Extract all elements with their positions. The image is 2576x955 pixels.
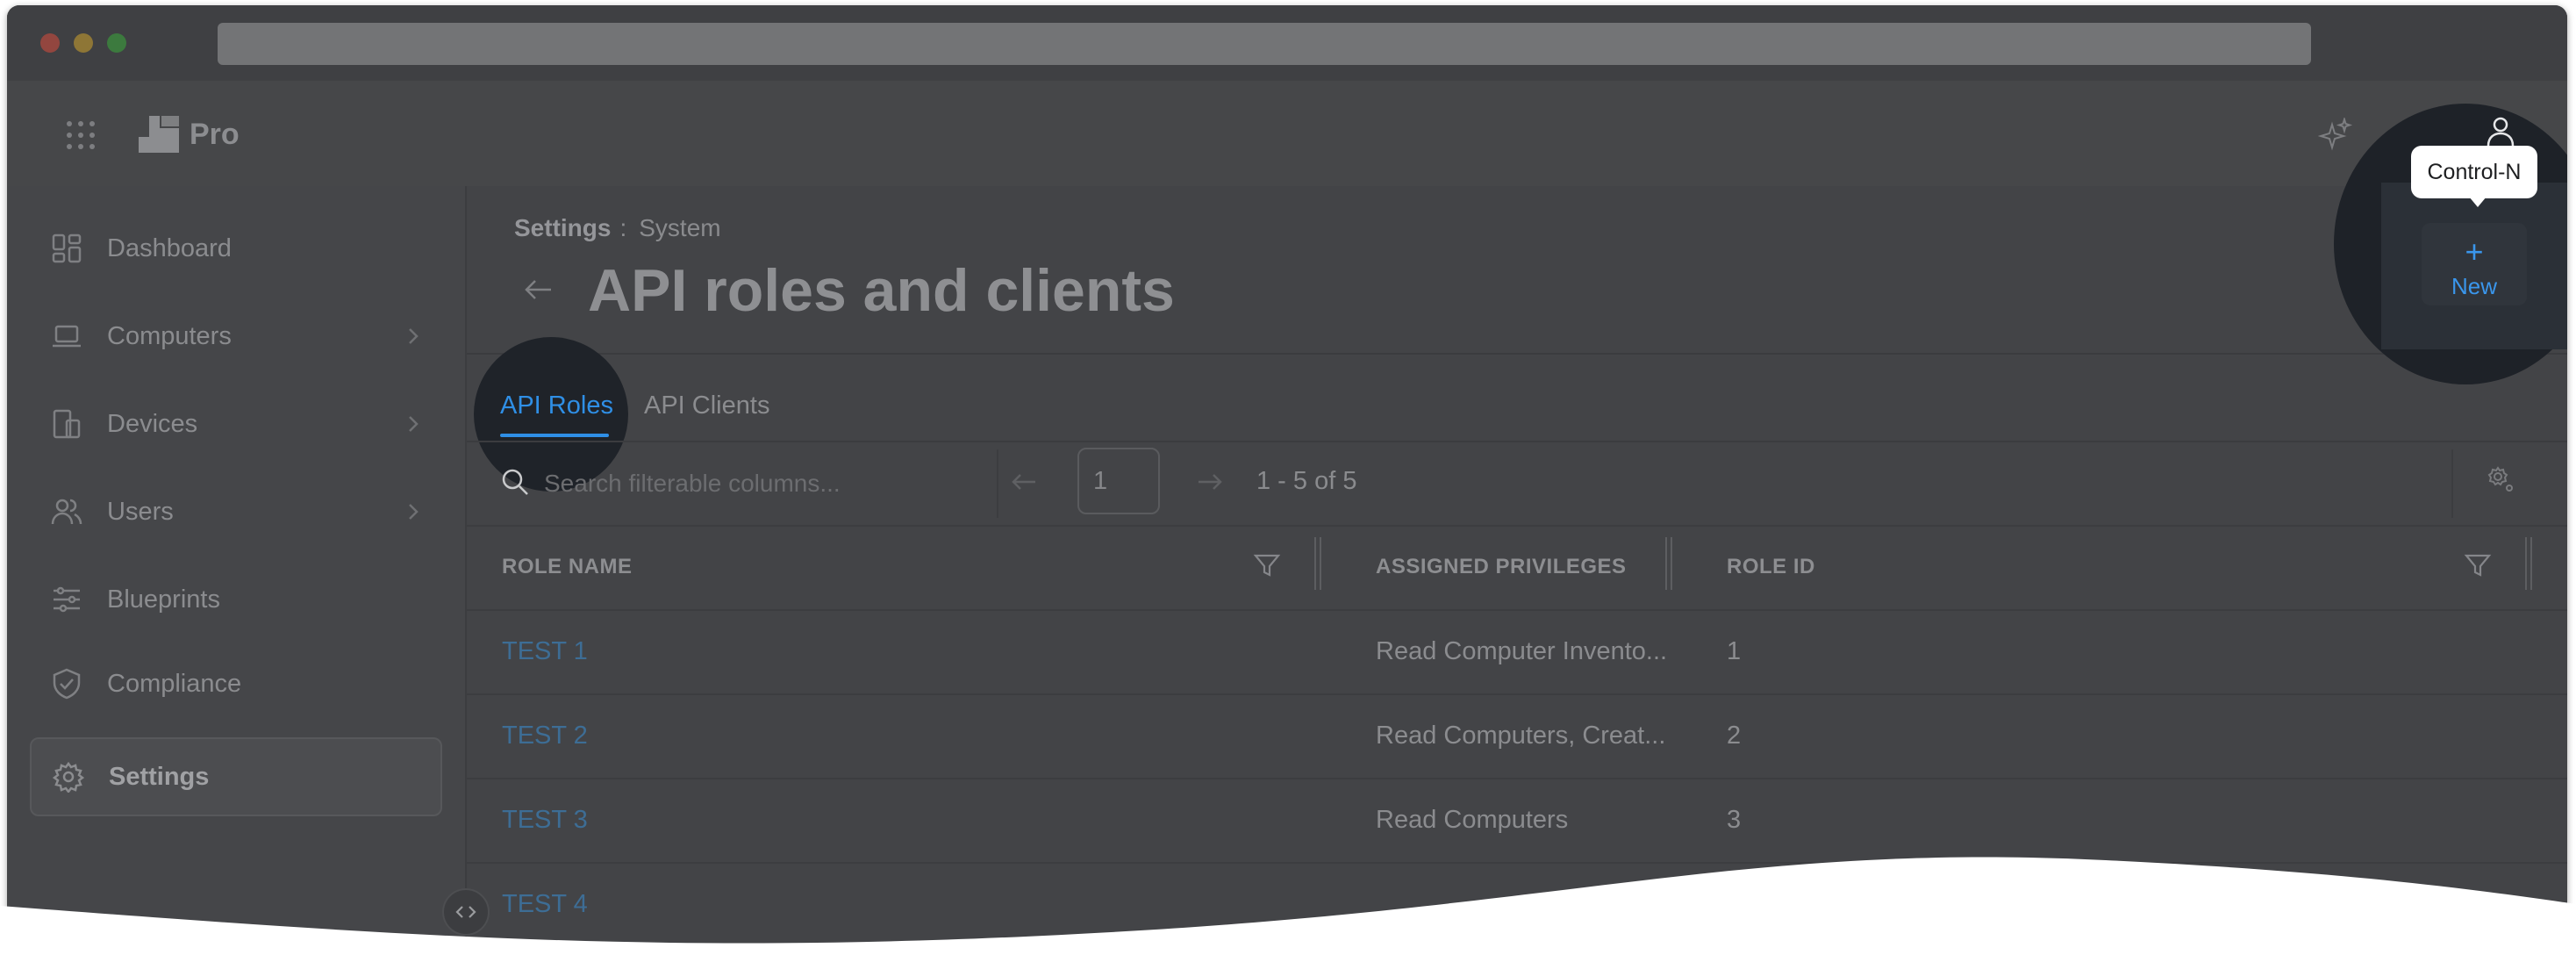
pagination-range: 1 - 5 of 5 bbox=[1256, 467, 1357, 495]
plus-icon: + bbox=[2465, 233, 2484, 269]
column-settings-icon[interactable] bbox=[2485, 463, 2518, 497]
previous-page-icon[interactable] bbox=[1009, 467, 1039, 497]
shortcut-tooltip: Control-N bbox=[2411, 146, 2537, 198]
filter-icon[interactable] bbox=[1253, 551, 1281, 579]
gear-icon bbox=[53, 761, 84, 793]
toolbar-separator bbox=[2451, 449, 2453, 518]
page-title: API roles and clients bbox=[588, 257, 1175, 324]
column-resize-handle[interactable] bbox=[1314, 537, 1323, 590]
brand-name: Pro bbox=[190, 118, 240, 151]
user-profile-icon[interactable] bbox=[2483, 114, 2518, 149]
filter-icon[interactable] bbox=[2464, 551, 2492, 579]
role-id-cell: 1 bbox=[1727, 637, 1742, 665]
chevron-right-icon bbox=[409, 504, 419, 520]
sidebar-item-label: Users bbox=[107, 497, 174, 526]
column-header-role-id[interactable]: ROLE ID bbox=[1727, 555, 1815, 579]
new-button-label: New bbox=[2451, 272, 2497, 299]
sidebar-item-label: Dashboard bbox=[107, 233, 232, 262]
app-grid-icon[interactable] bbox=[65, 119, 97, 151]
address-bar[interactable] bbox=[218, 23, 2311, 65]
sidebar-item-devices[interactable]: Devices bbox=[30, 384, 442, 463]
column-resize-handle[interactable] bbox=[2525, 537, 2534, 590]
breadcrumb-separator: : bbox=[619, 214, 627, 241]
collapse-sidebar-button[interactable] bbox=[442, 888, 490, 936]
browser-window: Pro Dashboard Computers Devices Users Bl… bbox=[7, 5, 2567, 948]
assigned-privileges-cell: Read Computers bbox=[1376, 806, 1569, 834]
column-header-assigned-privileges[interactable]: ASSIGNED PRIVILEGES bbox=[1376, 555, 1627, 579]
ai-sparkle-icon[interactable] bbox=[2318, 118, 2353, 153]
shield-check-icon bbox=[53, 668, 81, 700]
search-input[interactable] bbox=[542, 463, 897, 504]
column-resize-handle[interactable] bbox=[1665, 537, 1674, 590]
tab-api-roles[interactable]: API Roles bbox=[500, 391, 613, 420]
role-name-link[interactable]: TEST 2 bbox=[502, 722, 588, 750]
row-divider bbox=[467, 609, 2567, 611]
tab-api-clients[interactable]: API Clients bbox=[644, 391, 769, 420]
role-name-link[interactable]: TEST 4 bbox=[502, 890, 588, 919]
app-header: Pro bbox=[7, 81, 2567, 188]
sidebar-item-label: Blueprints bbox=[107, 585, 220, 614]
sidebar-item-dashboard[interactable]: Dashboard bbox=[30, 209, 442, 288]
row-divider bbox=[467, 778, 2567, 779]
sidebar-item-label: Compliance bbox=[107, 669, 242, 698]
row-divider bbox=[467, 862, 2567, 864]
minimize-window-button[interactable] bbox=[74, 33, 93, 53]
users-icon bbox=[51, 499, 82, 525]
role-name-link[interactable]: TEST 3 bbox=[502, 806, 588, 835]
sidebar-item-computers[interactable]: Computers bbox=[30, 297, 442, 376]
sidebar-item-label: Devices bbox=[107, 409, 198, 438]
sidebar-item-compliance[interactable]: Compliance bbox=[30, 644, 442, 723]
sidebar-item-label: Settings bbox=[109, 762, 210, 791]
active-tab-indicator bbox=[500, 434, 609, 437]
chevron-right-icon bbox=[409, 328, 419, 344]
breadcrumb: Settings: System bbox=[514, 214, 721, 242]
code-brackets-icon bbox=[455, 906, 476, 918]
assigned-privileges-cell: Read Computer Invento... bbox=[1376, 637, 1668, 665]
role-id-cell: 2 bbox=[1727, 722, 1742, 750]
toolbar-separator bbox=[997, 449, 998, 518]
next-page-icon[interactable] bbox=[1195, 467, 1225, 497]
breadcrumb-parent[interactable]: Settings bbox=[514, 214, 611, 241]
brand-logo-icon bbox=[139, 116, 179, 153]
search-icon bbox=[502, 469, 528, 495]
sidebar-item-label: Computers bbox=[107, 321, 232, 350]
row-divider bbox=[467, 693, 2567, 695]
sidebar-item-blueprints[interactable]: Blueprints bbox=[30, 560, 442, 639]
tooltip-arrow bbox=[2469, 197, 2487, 207]
role-id-cell: 3 bbox=[1727, 806, 1742, 834]
assigned-privileges-cell: Read Computers, Creat... bbox=[1376, 722, 1666, 750]
laptop-icon bbox=[53, 325, 81, 348]
toolbar-divider bbox=[467, 441, 2567, 442]
table-header-divider bbox=[467, 525, 2567, 527]
column-header-role-name[interactable]: ROLE NAME bbox=[502, 555, 633, 579]
maximize-window-button[interactable] bbox=[107, 33, 126, 53]
sidebar-item-users[interactable]: Users bbox=[30, 472, 442, 551]
sliders-icon bbox=[54, 586, 80, 613]
back-arrow-icon[interactable] bbox=[523, 274, 555, 305]
sidebar-item-settings[interactable]: Settings bbox=[30, 737, 442, 816]
sidebar: Dashboard Computers Devices Users Bluepr… bbox=[7, 186, 467, 948]
devices-icon bbox=[53, 409, 81, 439]
breadcrumb-current: System bbox=[639, 214, 721, 241]
title-bar bbox=[7, 5, 2567, 81]
main-content: Settings: System API roles and clients AP… bbox=[467, 186, 2567, 948]
page-number-input[interactable]: 1 bbox=[1077, 448, 1160, 514]
role-name-link[interactable]: TEST 1 bbox=[502, 637, 588, 666]
header-divider bbox=[467, 353, 2567, 355]
new-button[interactable]: + New bbox=[2422, 223, 2527, 305]
chevron-right-icon bbox=[409, 416, 419, 432]
dashboard-icon bbox=[52, 233, 82, 263]
close-window-button[interactable] bbox=[40, 33, 60, 53]
